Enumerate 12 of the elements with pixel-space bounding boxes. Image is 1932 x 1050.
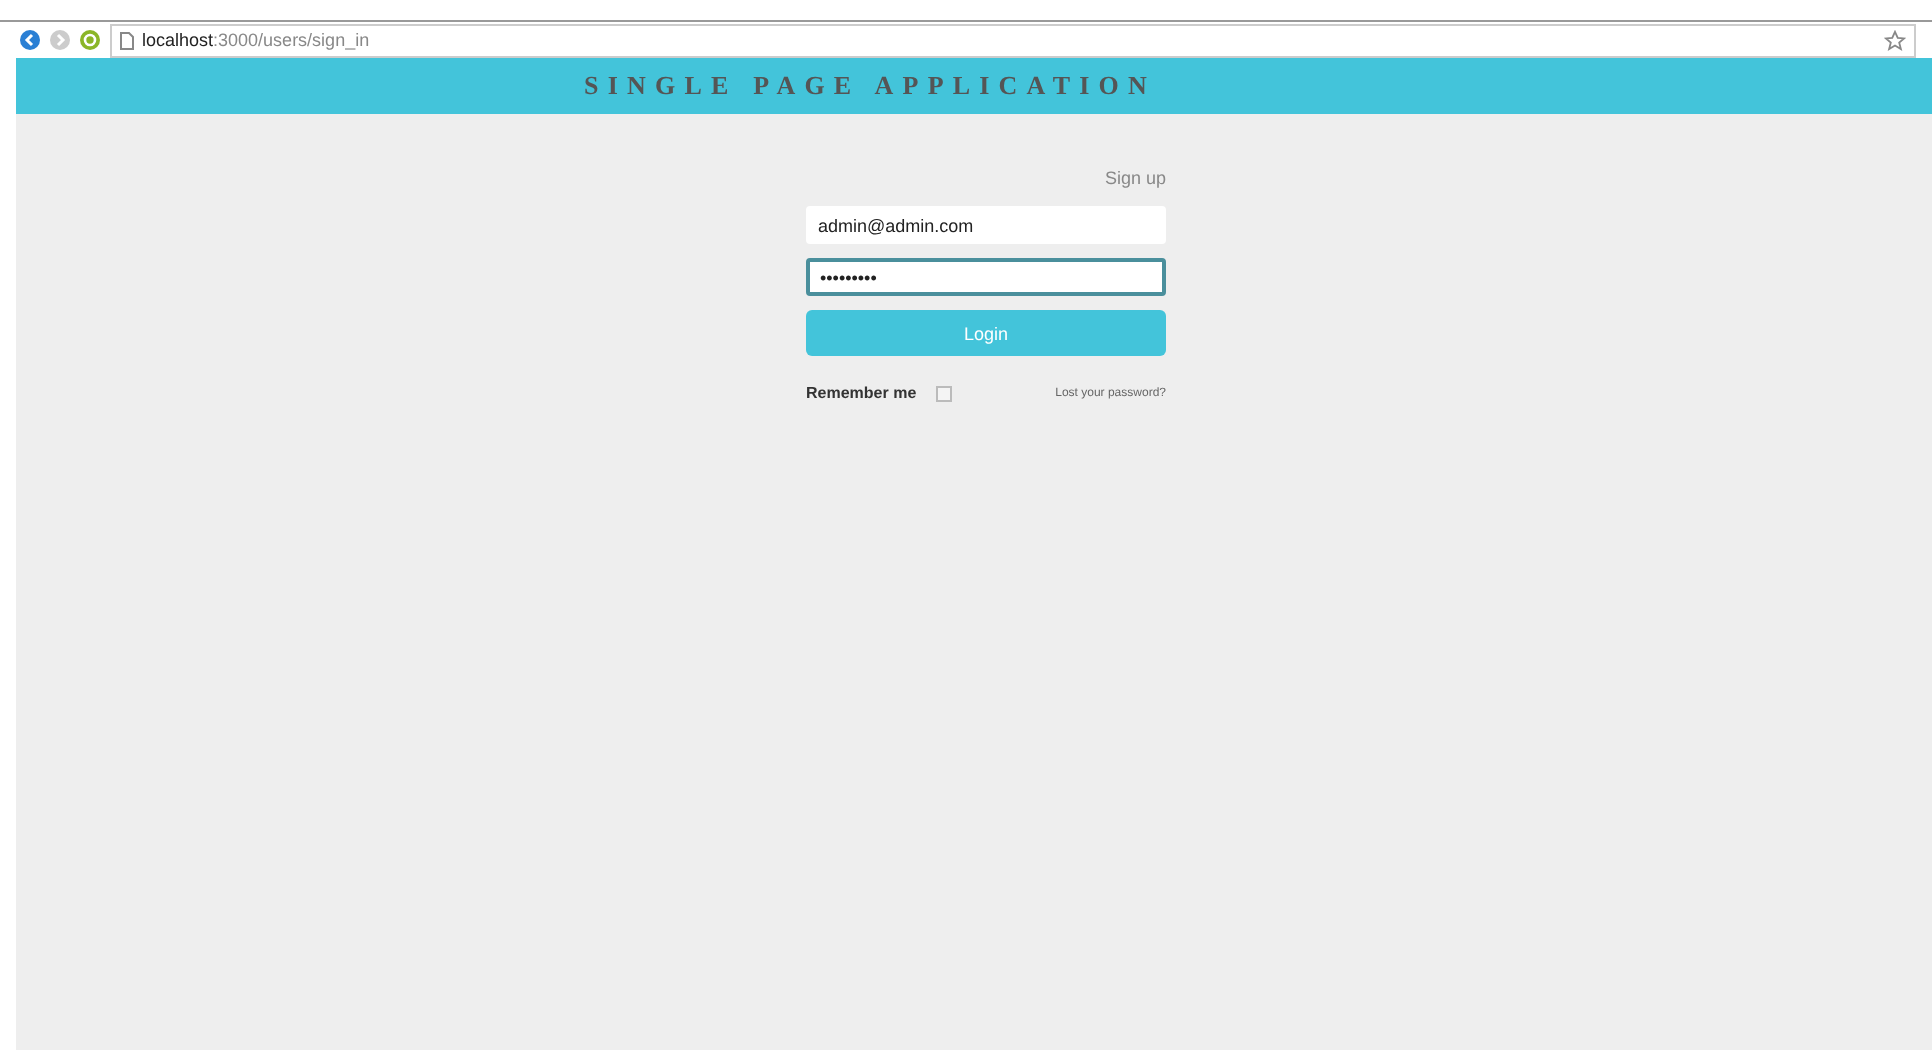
page-icon — [120, 31, 134, 49]
url-text: localhost:3000/users/sign_in — [142, 30, 370, 50]
remember-checkbox[interactable] — [936, 385, 953, 401]
star-icon[interactable] — [1884, 29, 1906, 51]
forward-icon[interactable] — [50, 30, 70, 50]
address-bar[interactable]: localhost:3000/users/sign_in — [110, 23, 1916, 57]
password-field[interactable]: ••••••••• — [806, 258, 1166, 296]
remember-me-label: Remember me — [806, 384, 917, 402]
back-icon[interactable] — [20, 30, 40, 50]
app-title: SINGLE PAGE APPLICATION — [584, 70, 1156, 102]
email-field[interactable]: admin@admin.com — [806, 206, 1166, 244]
reload-icon[interactable] — [80, 30, 100, 50]
